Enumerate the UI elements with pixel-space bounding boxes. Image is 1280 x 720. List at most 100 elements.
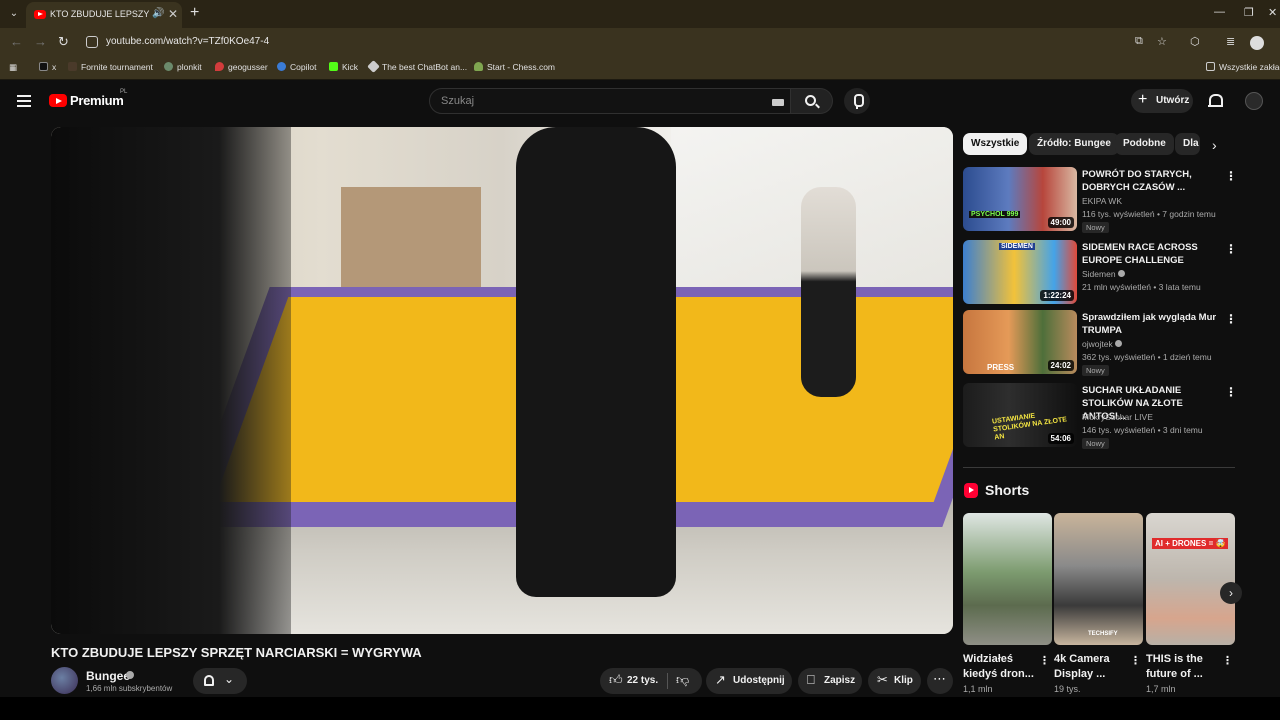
- install-app-icon[interactable]: ⧉: [1135, 35, 1143, 48]
- video-thumbnail[interactable]: SIDEMEN 1:22:24: [963, 240, 1077, 304]
- bookmark-kick[interactable]: Kick: [329, 62, 358, 72]
- short-thumbnail[interactable]: [963, 513, 1052, 645]
- window-close-icon[interactable]: ✕: [1268, 6, 1277, 19]
- chip-from-channel[interactable]: Źródło: Bungee: [1029, 133, 1119, 155]
- share-button[interactable]: ↗ Udostępnij: [706, 668, 792, 694]
- video-frame-blur-left: [51, 127, 291, 634]
- short-title[interactable]: 4k Camera Display ...: [1054, 652, 1126, 682]
- youtube-favicon-icon: [34, 10, 46, 19]
- channel-label: Sidemen: [1082, 269, 1116, 279]
- bookmark-star-icon[interactable]: ☆: [1157, 35, 1167, 48]
- verified-icon: [1115, 340, 1123, 347]
- bookmark-chess[interactable]: Start - Chess.com: [474, 62, 555, 72]
- recommendation-channel[interactable]: Sidemen: [1082, 269, 1125, 279]
- apps-grid-icon[interactable]: ▦: [9, 62, 17, 73]
- keyboard-icon[interactable]: [772, 99, 784, 106]
- bookmark-chatbot[interactable]: The best ChatBot an...: [367, 60, 467, 73]
- channel-avatar[interactable]: [51, 667, 78, 694]
- more-vertical-icon[interactable]: ⋮: [1225, 385, 1237, 399]
- hamburger-menu-icon[interactable]: [17, 95, 31, 107]
- browser-tab[interactable]: KTO ZBUDUJE LEPSZY SPRZ 🔊 ✕: [26, 2, 182, 28]
- verified-icon: [126, 671, 134, 679]
- forward-icon[interactable]: →: [34, 34, 47, 49]
- audio-playing-icon[interactable]: 🔊: [152, 8, 164, 19]
- bookmark-geogusser[interactable]: geogusser: [215, 62, 268, 72]
- restore-icon[interactable]: ❐: [1244, 6, 1254, 19]
- chip-all[interactable]: Wszystkie: [963, 133, 1028, 155]
- more-vertical-icon[interactable]: ⋮: [1222, 654, 1233, 667]
- like-count: 22 tys.: [627, 675, 659, 686]
- site-info-icon[interactable]: [86, 36, 98, 48]
- all-bookmarks-folder[interactable]: Wszystkie zakład: [1206, 62, 1280, 72]
- clip-button[interactable]: ✂ Klip: [868, 668, 921, 694]
- tab-search-chevron-icon[interactable]: ⌄: [6, 6, 22, 22]
- more-vertical-icon[interactable]: ⋮: [1225, 242, 1237, 256]
- logo-text: Premium: [70, 93, 124, 108]
- short-title[interactable]: THIS is the future of ...: [1146, 652, 1218, 682]
- notifications-bell-icon[interactable]: [1208, 94, 1223, 108]
- share-arrow-icon: ↗: [715, 672, 726, 687]
- recommendation-title[interactable]: POWRÓT DO STARYCH, DOBRYCH CZASÓW ...: [1082, 168, 1222, 194]
- thumbnail-tag: TECHSIFY: [1088, 631, 1118, 637]
- more-actions-button[interactable]: ⋯: [927, 668, 953, 694]
- video-player[interactable]: [51, 127, 953, 634]
- chip-related[interactable]: Podobne: [1115, 133, 1174, 155]
- extensions-icon[interactable]: ⬡: [1190, 35, 1200, 48]
- video-thumbnail[interactable]: USTAWIANIE STOLIKÓW NA ZŁOTE AN 54:06: [963, 383, 1077, 447]
- more-vertical-icon[interactable]: ⋮: [1130, 654, 1141, 667]
- video-thumbnail[interactable]: PRESS 24:02: [963, 310, 1077, 374]
- browser-profile-avatar[interactable]: [1250, 36, 1264, 50]
- create-label: Utwórz: [1156, 95, 1190, 106]
- recommendation-title[interactable]: SIDEMEN RACE ACROSS EUROPE CHALLENGE: [1082, 241, 1222, 267]
- new-tab-button[interactable]: +: [190, 4, 199, 22]
- create-button[interactable]: + Utwórz: [1131, 89, 1193, 113]
- save-button[interactable]: ⎕ Zapisz: [798, 668, 862, 694]
- tab-close-icon[interactable]: ✕: [168, 7, 178, 21]
- more-vertical-icon[interactable]: ⋮: [1225, 169, 1237, 183]
- recommendation-item[interactable]: SIDEMEN 1:22:24 SIDEMEN RACE ACROSS EURO…: [963, 240, 1243, 306]
- more-vertical-icon[interactable]: ⋮: [1039, 654, 1050, 667]
- subscriber-count: 1,66 mln subskrybentów: [86, 684, 173, 693]
- address-bar[interactable]: youtube.com/watch?v=TZf0KOe47-4: [80, 31, 1180, 53]
- bookmark-fornite[interactable]: Fornite tournament: [68, 62, 153, 72]
- subscription-bell-button[interactable]: ⌄: [193, 668, 247, 694]
- recommendation-item[interactable]: PSYCHOL 999 49:00 POWRÓT DO STARYCH, DOB…: [963, 167, 1243, 233]
- short-views: 1,1 mln: [963, 684, 993, 694]
- shorts-next-button[interactable]: ›: [1220, 582, 1242, 604]
- chip-for-you[interactable]: Dla: [1175, 133, 1200, 155]
- voice-search-button[interactable]: [844, 88, 870, 114]
- bookmark-x[interactable]: x: [39, 62, 56, 72]
- reading-list-icon[interactable]: ≣: [1226, 35, 1235, 48]
- recommendation-channel[interactable]: ojwojtek: [1082, 339, 1123, 349]
- channel-name[interactable]: Bungee: [86, 669, 130, 683]
- new-badge: Nowy: [1082, 222, 1109, 233]
- short-thumbnail[interactable]: TECHSIFY: [1054, 513, 1143, 645]
- recommendation-channel[interactable]: EKIPA WK: [1082, 196, 1122, 206]
- youtube-header: Premium PL Szukaj + Utwórz: [0, 82, 1280, 120]
- short-thumbnail[interactable]: AI + DRONES = 🤯: [1146, 513, 1235, 645]
- tab-title: KTO ZBUDUJE LEPSZY SPRZ: [50, 9, 150, 19]
- account-avatar[interactable]: [1245, 92, 1263, 110]
- bookmark-copilot[interactable]: Copilot: [277, 62, 316, 72]
- video-thumbnail[interactable]: PSYCHOL 999 49:00: [963, 167, 1077, 231]
- reload-icon[interactable]: ↻: [58, 34, 69, 50]
- back-icon[interactable]: ←: [10, 34, 23, 49]
- bookmark-plonkit[interactable]: plonkit: [164, 62, 202, 72]
- recommendation-item[interactable]: USTAWIANIE STOLIKÓW NA ZŁOTE AN 54:06 SU…: [963, 383, 1243, 449]
- like-button[interactable]: 👍︎ 22 tys.: [600, 668, 667, 694]
- minimize-icon[interactable]: —: [1214, 6, 1225, 18]
- more-vertical-icon[interactable]: ⋮: [1225, 312, 1237, 326]
- bell-icon: [204, 675, 214, 686]
- search-input[interactable]: Szukaj: [429, 88, 791, 114]
- chevron-right-icon[interactable]: ›: [1212, 137, 1217, 153]
- chess-pawn-icon: [474, 62, 483, 71]
- dislike-button[interactable]: 👎︎: [668, 668, 702, 694]
- search-button[interactable]: [791, 88, 833, 114]
- recommendation-item[interactable]: PRESS 24:02 Sprawdziłem jak wygląda Mur …: [963, 310, 1243, 376]
- recommendation-channel[interactable]: MokrySuchar LIVE: [1082, 412, 1153, 422]
- url-text[interactable]: youtube.com/watch?v=TZf0KOe47-4: [106, 36, 269, 47]
- recommendation-meta: 146 tys. wyświetleń • 3 dni temu: [1082, 425, 1203, 435]
- short-title[interactable]: Widziałeś kiedyś dron...: [963, 652, 1035, 682]
- new-badge: Nowy: [1082, 365, 1109, 376]
- recommendation-title[interactable]: Sprawdziłem jak wygląda Mur TRUMPA: [1082, 311, 1222, 337]
